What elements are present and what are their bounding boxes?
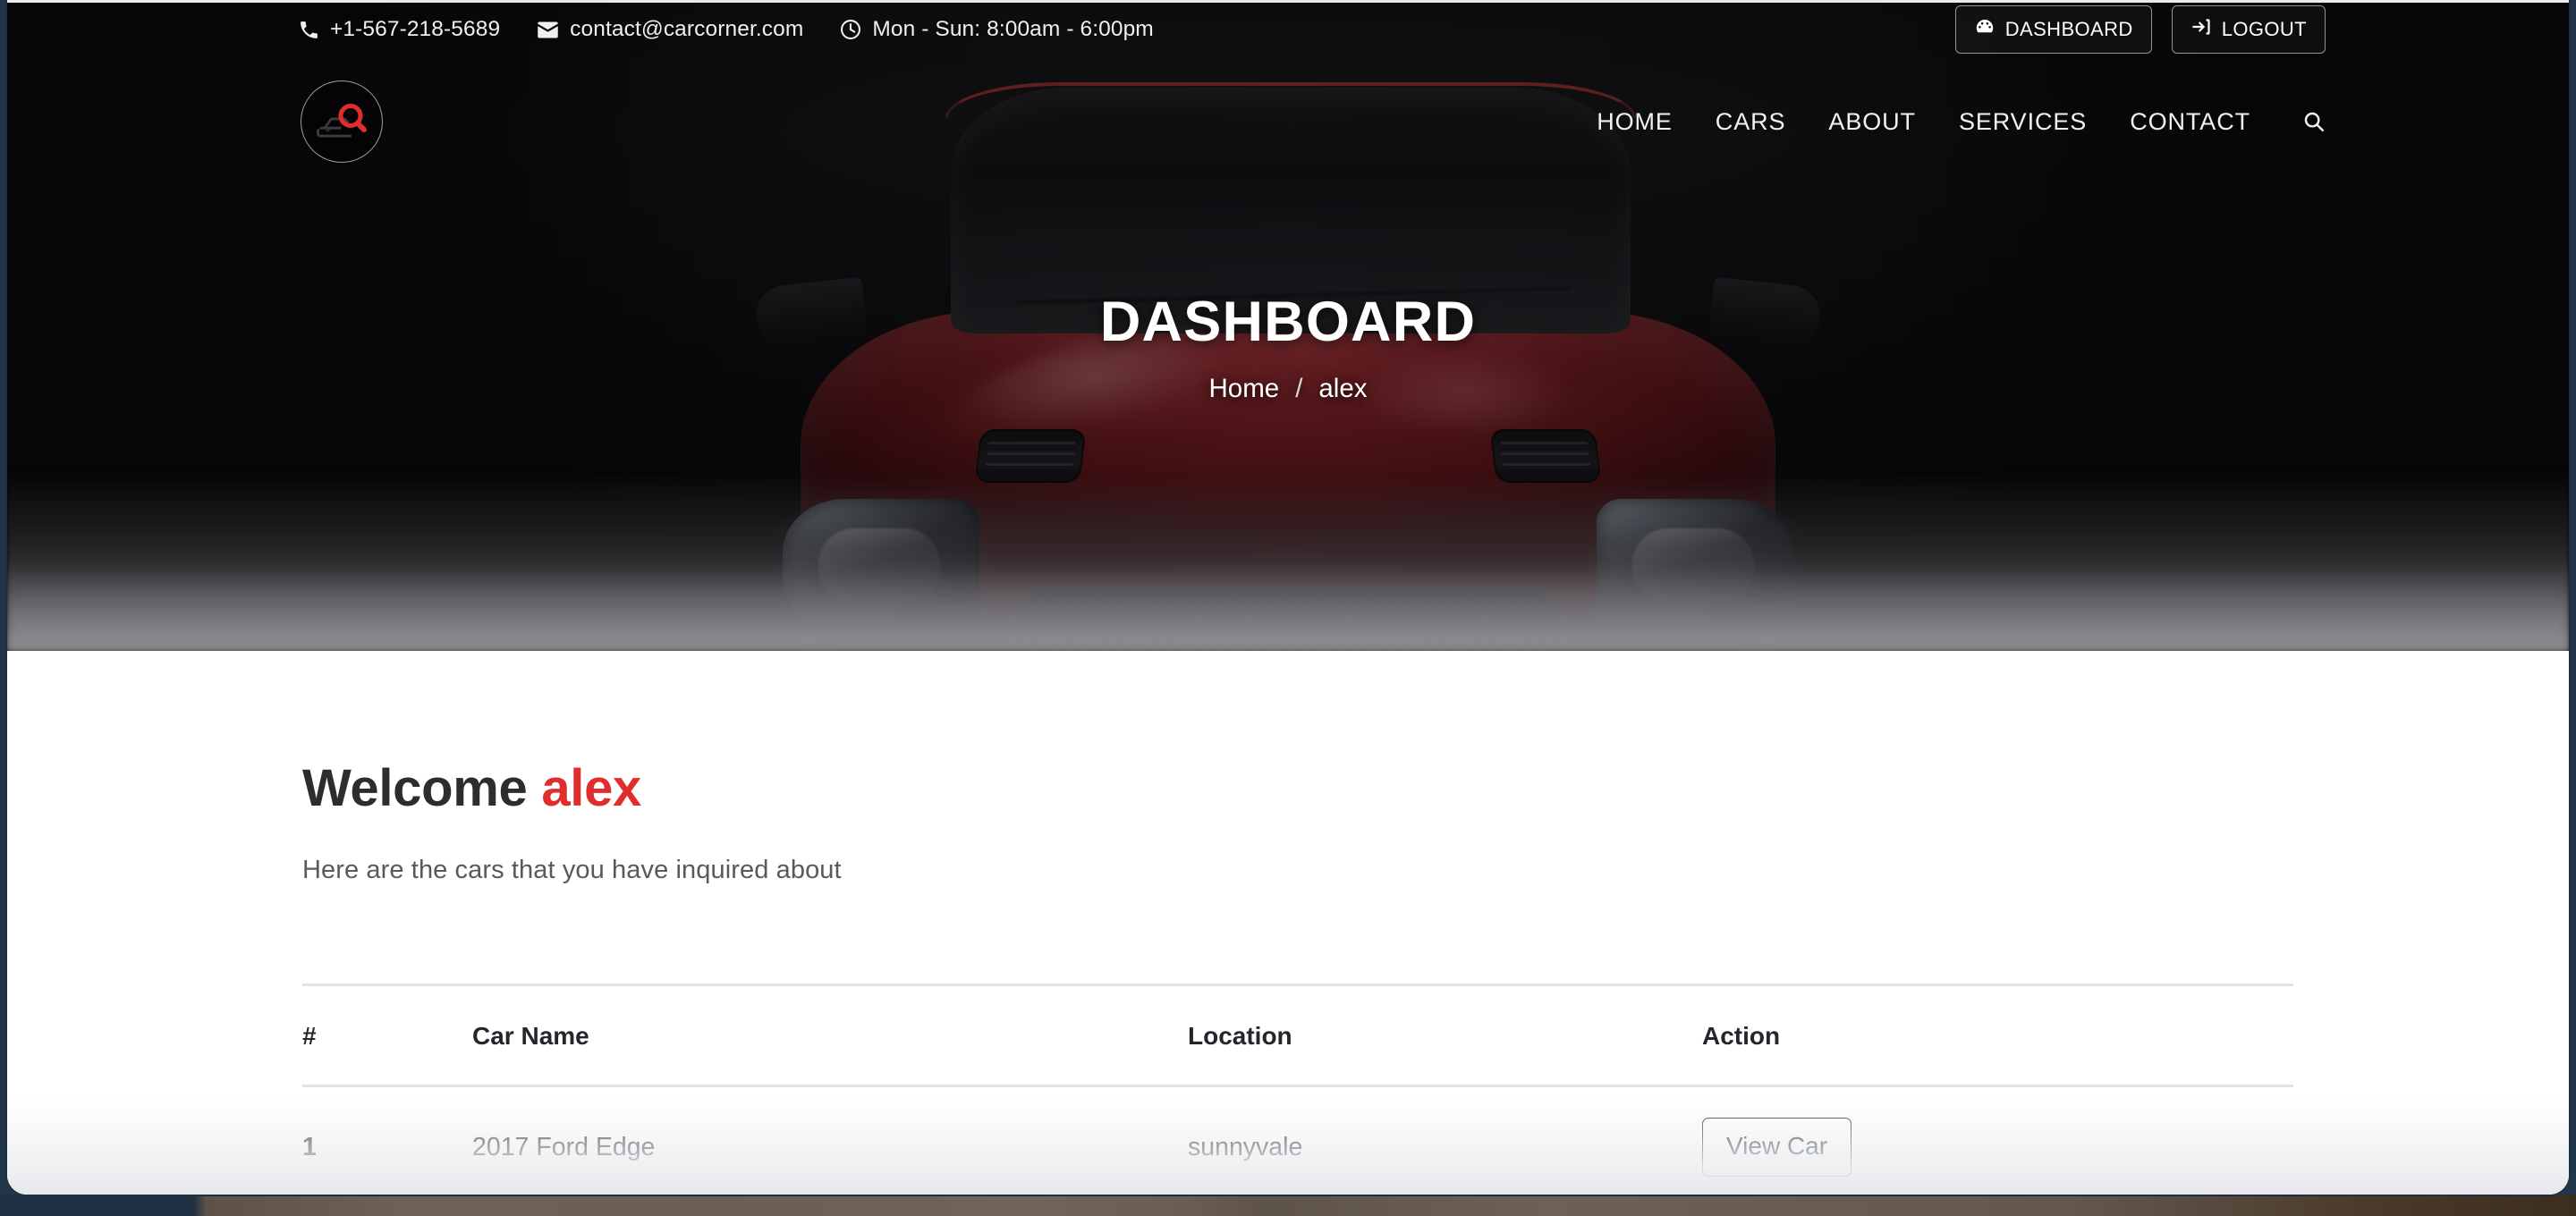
- cell-index: 1: [302, 1132, 317, 1161]
- view-car-button[interactable]: View Car: [1702, 1118, 1852, 1177]
- email-text: contact@carcorner.com: [570, 17, 804, 41]
- nav-item-about[interactable]: ABOUT: [1807, 108, 1937, 136]
- topbar-hours: Mon - Sun: 8:00am - 6:00pm: [839, 17, 1154, 42]
- top-utility-bar: +1-567-218-5689 contact@carcorner.com Mo…: [7, 0, 2569, 59]
- topbar-contact-group: +1-567-218-5689 contact@carcorner.com Mo…: [298, 17, 1154, 42]
- welcome-prefix: Welcome: [302, 759, 528, 817]
- breadcrumb-current: alex: [1318, 373, 1368, 403]
- inquired-cars-table: # Car Name Location Action 1 2017 Ford E…: [302, 984, 2293, 1195]
- table-header-row: # Car Name Location Action: [302, 984, 2293, 1087]
- search-icon[interactable]: [2272, 110, 2334, 133]
- main-content: Welcome alex Here are the cars that you …: [7, 651, 2569, 1195]
- column-header-location: Location: [1188, 984, 1702, 1087]
- phone-text: +1-567-218-5689: [330, 17, 501, 41]
- table-row: 1 2017 Ford Edge sunnyvale View Car: [302, 1086, 2293, 1195]
- column-header-action: Action: [1702, 984, 2293, 1087]
- nav-item-contact[interactable]: CONTACT: [2108, 108, 2272, 136]
- topbar-actions: DASHBOARD LOGOUT: [1954, 5, 2326, 54]
- dashboard-button[interactable]: DASHBOARD: [1954, 5, 2152, 54]
- logout-button-label: LOGOUT: [2221, 18, 2307, 40]
- column-header-car-name: Car Name: [472, 984, 1188, 1087]
- topbar-email[interactable]: contact@carcorner.com: [536, 17, 803, 42]
- tachometer-icon: [1974, 16, 1996, 43]
- breadcrumb: Home / alex: [1208, 374, 1367, 404]
- cell-location: sunnyvale: [1188, 1132, 1303, 1161]
- welcome-heading: Welcome alex: [302, 758, 2293, 818]
- table-body: 1 2017 Ford Edge sunnyvale View Car: [302, 1086, 2293, 1195]
- page-title: DASHBOARD: [1099, 290, 1477, 353]
- table-head: # Car Name Location Action: [302, 984, 2293, 1087]
- nav-links: HOME CARS ABOUT SERVICES CONTACT: [1575, 108, 2334, 136]
- clock-icon: [839, 18, 862, 41]
- nav-item-services[interactable]: SERVICES: [1937, 108, 2108, 136]
- breadcrumb-separator: /: [1295, 373, 1303, 403]
- cell-car-name: 2017 Ford Edge: [472, 1132, 656, 1161]
- hours-text: Mon - Sun: 8:00am - 6:00pm: [872, 17, 1154, 41]
- column-header-index: #: [302, 984, 472, 1087]
- cell-action: View Car: [1702, 1086, 2293, 1195]
- envelope-icon: [536, 18, 560, 42]
- page-top-hairline: [7, 0, 2569, 3]
- topbar-phone[interactable]: +1-567-218-5689: [298, 17, 500, 42]
- browser-window: +1-567-218-5689 contact@carcorner.com Mo…: [7, 0, 2569, 1195]
- nav-item-cars[interactable]: CARS: [1694, 108, 1808, 136]
- phone-icon: [298, 19, 320, 41]
- dashboard-button-label: DASHBOARD: [2004, 18, 2133, 40]
- sign-out-icon: [2190, 16, 2212, 43]
- nav-item-home[interactable]: HOME: [1575, 108, 1694, 136]
- welcome-subtitle: Here are the cars that you have inquired…: [302, 856, 842, 884]
- car-search-logo-icon: [317, 104, 367, 138]
- welcome-username: alex: [541, 759, 641, 817]
- os-desktop-strip: [0, 1195, 2576, 1216]
- breadcrumb-home[interactable]: Home: [1208, 374, 1279, 404]
- main-navigation-bar: HOME CARS ABOUT SERVICES CONTACT: [7, 59, 2569, 184]
- logout-button[interactable]: LOGOUT: [2171, 5, 2326, 54]
- site-logo[interactable]: [301, 80, 383, 163]
